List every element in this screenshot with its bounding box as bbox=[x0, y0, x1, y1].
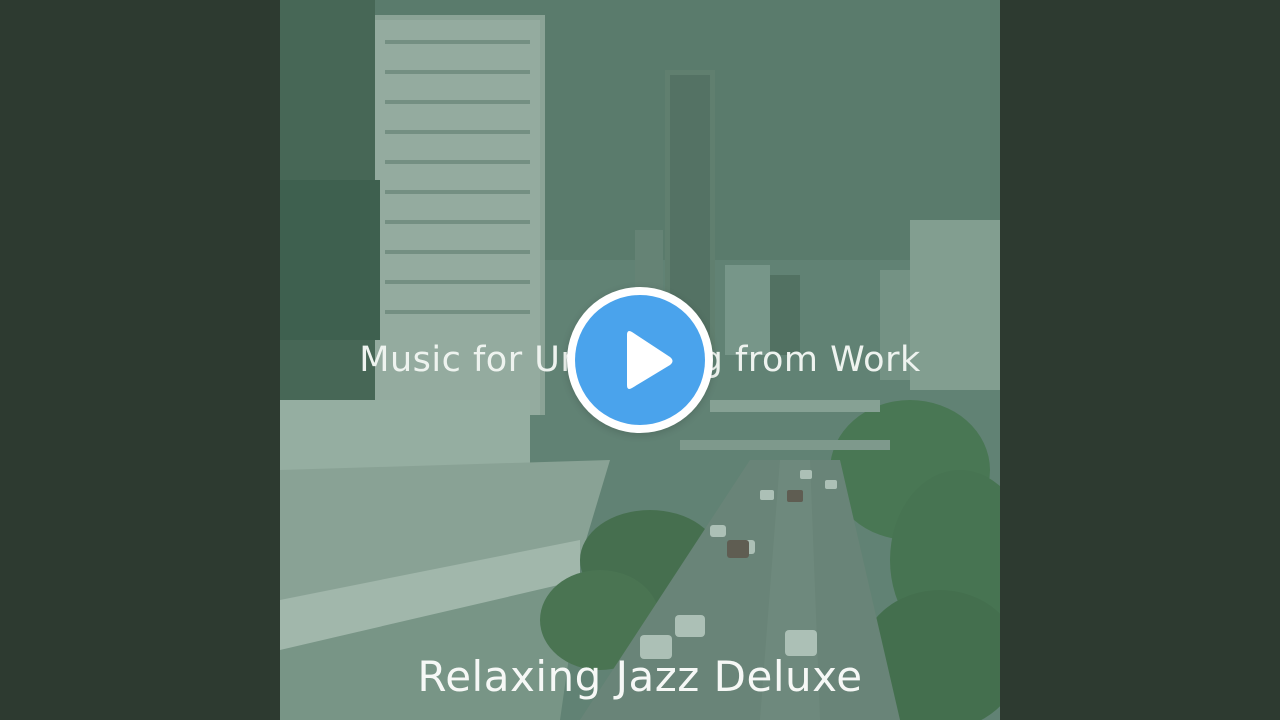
play-button[interactable] bbox=[567, 287, 713, 433]
artist-name: Relaxing Jazz Deluxe bbox=[417, 652, 863, 701]
play-button-circle bbox=[575, 295, 705, 425]
play-icon bbox=[627, 331, 673, 389]
video-player[interactable]: Music for Unwinding from Work Relaxing J… bbox=[0, 0, 1280, 720]
